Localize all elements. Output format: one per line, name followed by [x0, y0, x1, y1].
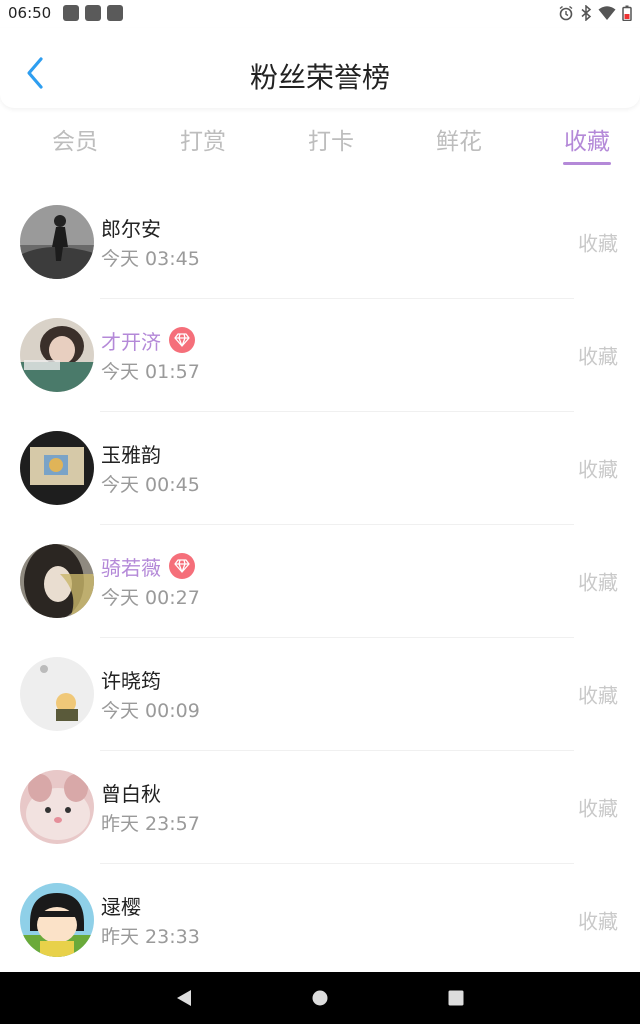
fan-time: 今天 01:57: [101, 361, 200, 383]
bluetooth-icon: [581, 5, 592, 21]
tab-bar: 会员 打赏 打卡 鲜花 收藏: [0, 112, 640, 172]
fan-time: 昨天 23:57: [101, 813, 200, 835]
page-title: 粉丝荣誉榜: [249, 61, 390, 94]
home-circle-icon: [312, 990, 328, 1006]
fan-time: 今天 00:27: [101, 587, 200, 609]
tab-checkin[interactable]: 打卡: [278, 112, 384, 172]
status-time: 06:50: [8, 4, 52, 22]
fan-name: 郎尔安: [101, 216, 161, 241]
nav-back-button[interactable]: [154, 972, 214, 1024]
divider: [100, 524, 574, 525]
fan-name: 许晓筠: [101, 668, 161, 693]
fan-name: 骑若薇: [101, 555, 161, 580]
avatar[interactable]: [20, 430, 94, 505]
status-bar: 06:50: [0, 0, 640, 26]
fan-time: 昨天 23:33: [101, 926, 200, 948]
tab-label: 鲜花: [436, 129, 482, 155]
divider: [100, 298, 574, 299]
favorite-label: 收藏: [578, 344, 618, 368]
fan-time: 今天 00:45: [101, 474, 200, 496]
diamond-icon: [174, 559, 190, 573]
alarm-icon: [559, 5, 573, 21]
divider: [100, 637, 574, 638]
recents-square-icon: [448, 990, 464, 1006]
vip-badge: [169, 553, 195, 579]
list-item[interactable]: 才开济 今天 01:57 收藏: [0, 298, 640, 411]
list-item[interactable]: 郎尔安 今天 03:45 收藏: [0, 185, 640, 298]
fan-time: 今天 03:45: [101, 248, 200, 270]
fan-name: 曾白秋: [101, 781, 161, 806]
status-icons: [558, 5, 632, 21]
divider: [100, 750, 574, 751]
nav-home-button[interactable]: [290, 972, 350, 1024]
favorite-label: 收藏: [578, 231, 618, 255]
favorite-label: 收藏: [578, 570, 618, 594]
tab-flowers[interactable]: 鲜花: [406, 112, 512, 172]
favorite-label: 收藏: [578, 796, 618, 820]
list-item[interactable]: 逯樱 昨天 23:33 收藏: [0, 863, 640, 976]
vip-badge: [169, 327, 195, 353]
tab-label: 会员: [52, 129, 98, 155]
avatar[interactable]: [20, 769, 94, 844]
fan-name: 才开济: [101, 329, 161, 354]
active-tab-indicator: [563, 162, 611, 165]
tab-label: 收藏: [564, 129, 610, 155]
tab-membership[interactable]: 会员: [22, 112, 128, 172]
fan-name: 玉雅韵: [101, 442, 161, 467]
tab-favorites[interactable]: 收藏: [534, 112, 640, 172]
system-nav-bar: [0, 972, 640, 1024]
favorite-label: 收藏: [578, 457, 618, 481]
divider: [100, 863, 574, 864]
divider: [100, 411, 574, 412]
fan-time: 今天 00:09: [101, 700, 200, 722]
fan-list: 郎尔安 今天 03:45 收藏 才开济 今天 01:57 收藏 玉雅韵 今天 0…: [0, 185, 640, 976]
list-item[interactable]: 骑若薇 今天 00:27 收藏: [0, 524, 640, 637]
wifi-icon: [598, 6, 616, 20]
tab-tips[interactable]: 打赏: [150, 112, 256, 172]
avatar[interactable]: [20, 543, 94, 618]
diamond-icon: [174, 333, 190, 347]
battery-icon: [622, 5, 632, 21]
tab-label: 打赏: [180, 129, 226, 155]
fan-name: 逯樱: [101, 894, 141, 919]
avatar[interactable]: [20, 204, 94, 279]
list-item[interactable]: 玉雅韵 今天 00:45 收藏: [0, 411, 640, 524]
back-triangle-icon: [177, 990, 191, 1006]
tab-label: 打卡: [308, 129, 354, 155]
avatar[interactable]: [20, 882, 94, 957]
notification-icon: [85, 5, 102, 21]
avatar[interactable]: [20, 317, 94, 392]
list-item[interactable]: 曾白秋 昨天 23:57 收藏: [0, 750, 640, 863]
header-bar: 粉丝荣誉榜: [0, 28, 640, 108]
favorite-label: 收藏: [578, 909, 618, 933]
notification-icon: [63, 5, 80, 21]
list-item[interactable]: 许晓筠 今天 00:09 收藏: [0, 637, 640, 750]
favorite-label: 收藏: [578, 683, 618, 707]
notification-icon: [107, 5, 124, 21]
nav-recents-button[interactable]: [426, 972, 486, 1024]
avatar[interactable]: [20, 656, 94, 731]
